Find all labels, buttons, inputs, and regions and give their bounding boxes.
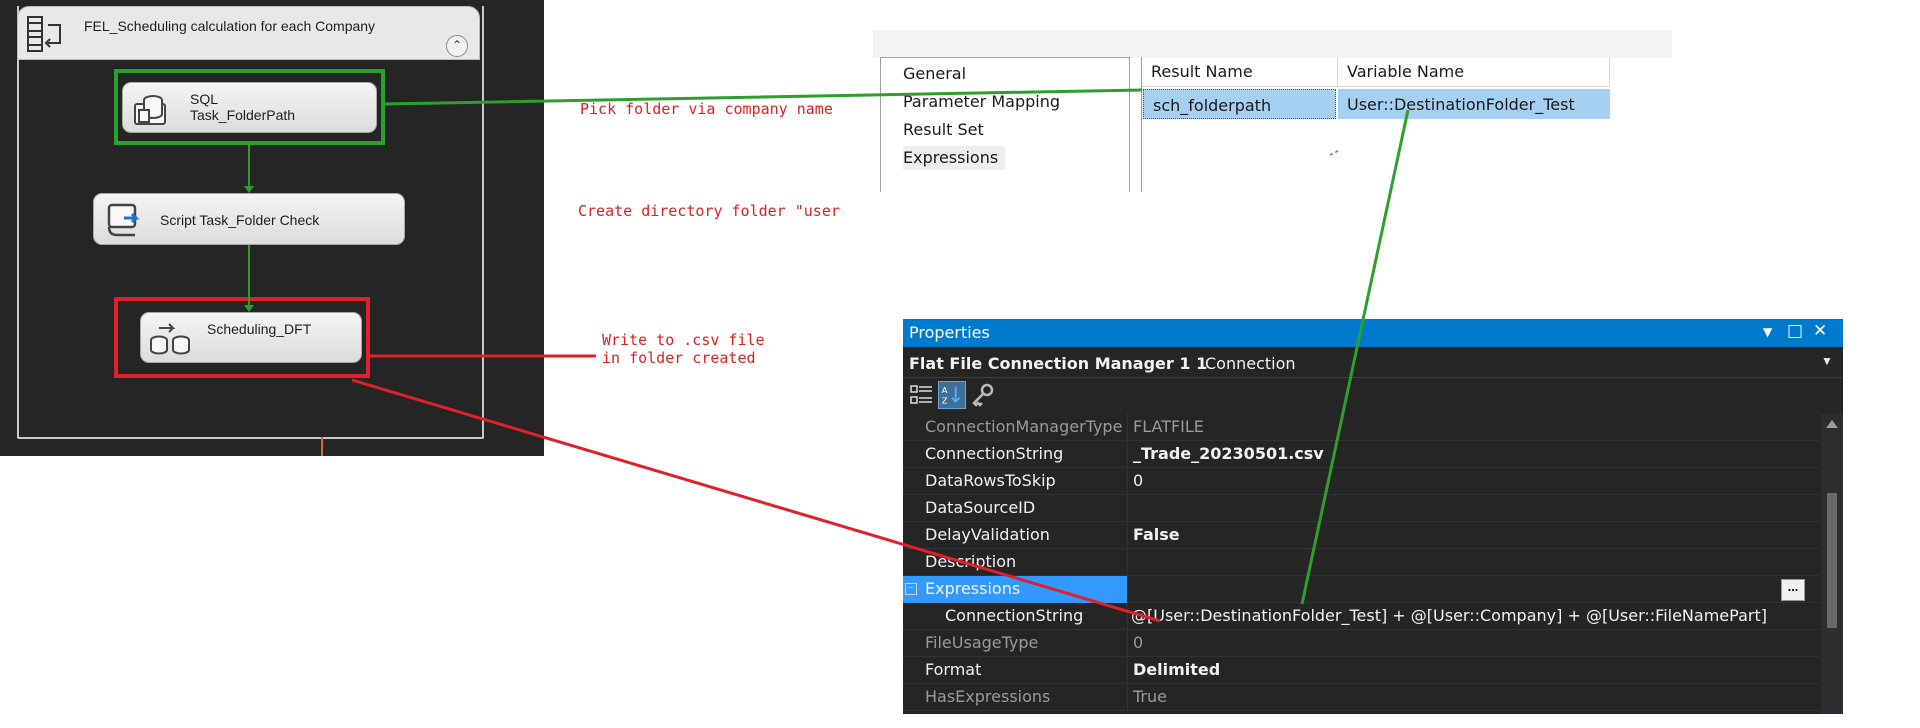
nav-parameter-mapping[interactable]: Parameter Mapping [903, 92, 1060, 111]
property-value: @[User::DestinationFolder_Test] + @[User… [1131, 606, 1767, 625]
svg-text:A: A [942, 385, 948, 395]
property-name: ConnectionString [945, 606, 1084, 625]
object-name: Flat File Connection Manager 1 1 [909, 354, 1208, 373]
nav-general[interactable]: General [903, 64, 966, 83]
sql-task-label: SQL Task_FolderPath [190, 91, 296, 123]
property-row[interactable]: FileUsageType 0 [903, 630, 1819, 657]
property-value: 0 [1133, 471, 1144, 490]
object-type: Connection [1205, 354, 1296, 373]
column-header-result-name[interactable]: Result Name [1142, 57, 1338, 87]
script-task-label: Script Task_Folder Check [160, 212, 320, 228]
dialog-top-bar [873, 30, 1672, 58]
nav-expressions[interactable]: Expressions [903, 148, 998, 167]
property-row[interactable]: ConnectionManagerType FLATFILE [903, 414, 1819, 441]
alphabetical-icon[interactable]: A Z [938, 381, 966, 409]
result-set-grid: Result Name Variable Name sch_folderpath… [1141, 57, 1616, 192]
collapse-minus-icon[interactable]: − [905, 583, 917, 595]
scroll-thumb[interactable] [1827, 493, 1837, 628]
property-name: HasExpressions [925, 687, 1051, 706]
property-value: Delimited [1133, 660, 1221, 679]
annotation-create-directory: Create directory folder "user [578, 202, 840, 220]
property-row[interactable]: ConnectionString @[User::DestinationFold… [903, 603, 1819, 630]
maximize-icon[interactable]: □ [1787, 321, 1803, 341]
collapse-button[interactable]: ⌃ [446, 35, 468, 57]
scheduling-dft-task[interactable]: Scheduling_DFT [140, 312, 362, 363]
container-header[interactable]: FEL_Scheduling calculation for each Comp… [17, 6, 480, 60]
property-row[interactable]: DataSourceID [903, 495, 1819, 522]
container-title: FEL_Scheduling calculation for each Comp… [84, 18, 376, 34]
property-row[interactable]: HasExpressions True [903, 684, 1819, 711]
database-icon [134, 95, 166, 125]
sql-task-folderpath[interactable]: SQL Task_FolderPath [122, 82, 377, 133]
property-row[interactable]: Format Delimited [903, 657, 1819, 684]
property-row[interactable]: DataRowsToSkip 0 [903, 468, 1819, 495]
property-pages-icon[interactable] [969, 381, 997, 409]
property-name: DataRowsToSkip [925, 471, 1056, 490]
foreach-loop-icon [27, 16, 61, 52]
property-row[interactable]: DelayValidation False [903, 522, 1819, 549]
property-name: DataSourceID [925, 498, 1036, 517]
close-icon[interactable]: ✕ [1813, 321, 1827, 341]
properties-window: Properties ▼ □ ✕ Flat File Connection Ma… [903, 319, 1843, 714]
cell-variable-name[interactable]: User::DestinationFolder_Test [1338, 89, 1610, 119]
column-header-variable-name[interactable]: Variable Name [1338, 57, 1610, 87]
svg-text:Z: Z [942, 395, 948, 405]
property-row-expressions[interactable]: − Expressions ... [903, 576, 1819, 603]
annotation-pick-folder: Pick folder via company name [580, 100, 833, 118]
property-grid: ConnectionManagerType FLATFILE Connectio… [903, 414, 1819, 714]
window-position-icon[interactable]: ▼ [1763, 325, 1772, 339]
script-icon [107, 203, 140, 237]
property-name: ConnectionString [925, 444, 1064, 463]
ellipsis-button[interactable]: ... [1781, 579, 1805, 601]
properties-title: Properties [909, 323, 990, 342]
categorized-icon[interactable] [908, 381, 936, 409]
script-task-folder-check[interactable]: Script Task_Folder Check [93, 193, 405, 245]
property-value: _Trade_20230501.csv [1133, 444, 1324, 463]
cell-result-name[interactable]: sch_folderpath [1143, 89, 1336, 119]
object-selector[interactable]: Flat File Connection Manager 1 1 Connect… [903, 348, 1843, 378]
dropdown-arrow-icon[interactable]: ▼ [1821, 354, 1833, 368]
properties-title-bar: Properties ▼ □ ✕ [903, 319, 1843, 347]
property-row[interactable]: ConnectionString _Trade_20230501.csv [903, 441, 1819, 468]
property-name: Format [925, 660, 982, 679]
annotation-write-csv: Write to .csv file in folder created [602, 331, 765, 367]
dft-task-label: Scheduling_DFT [207, 321, 312, 337]
property-value: False [1133, 525, 1180, 544]
property-name: FileUsageType [925, 633, 1039, 652]
property-value: True [1133, 687, 1167, 706]
property-row[interactable]: Description [903, 549, 1819, 576]
property-name: ConnectionManagerType [925, 417, 1123, 436]
property-value: FLATFILE [1133, 417, 1204, 436]
control-flow-canvas: FEL_Scheduling calculation for each Comp… [0, 0, 544, 456]
property-name: Expressions [925, 579, 1021, 598]
vertical-scrollbar[interactable] [1821, 414, 1843, 714]
properties-toolbar: A Z [903, 378, 1843, 412]
data-flow-icon [150, 323, 190, 355]
property-name: DelayValidation [925, 525, 1050, 544]
nav-result-set[interactable]: Result Set [903, 120, 984, 139]
editor-nav-list: General Parameter Mapping Result Set Exp… [880, 57, 1130, 192]
property-value: 0 [1133, 633, 1144, 652]
property-name: Description [925, 552, 1017, 571]
scroll-up-icon[interactable] [1826, 420, 1838, 428]
